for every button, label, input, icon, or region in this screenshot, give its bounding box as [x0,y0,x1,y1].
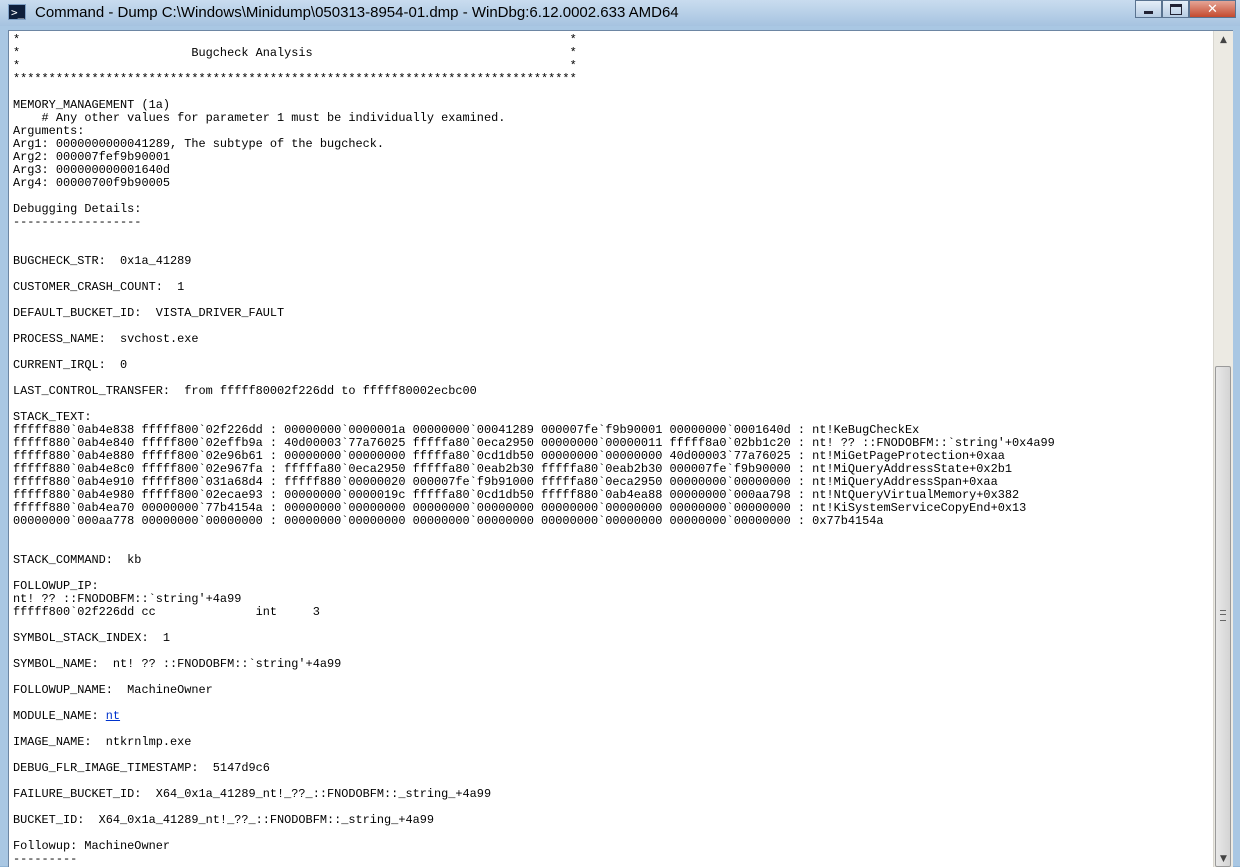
command-window-icon[interactable]: >_ [8,4,26,20]
analysis-text: * * * Bugcheck Analysis * * * **********… [13,33,1055,723]
minimize-icon [1144,11,1153,14]
window-title: Command - Dump C:\Windows\Minidump\05031… [35,4,679,21]
scroll-down-arrow-icon[interactable]: ▼ [1214,850,1233,867]
close-button[interactable]: ✕ [1189,0,1236,18]
command-output-pane[interactable]: * * * Bugcheck Analysis * * * **********… [8,30,1233,867]
scrollbar-grip-icon [1220,610,1226,621]
maximize-icon [1169,3,1182,15]
scrollbar-thumb[interactable] [1215,366,1231,867]
analysis-text-tail: IMAGE_NAME: ntkrnlmp.exe DEBUG_FLR_IMAGE… [13,735,492,866]
minimize-button[interactable] [1135,0,1162,18]
windbg-command-window: >_ Command - Dump C:\Windows\Minidump\05… [0,0,1240,867]
debugger-output-text[interactable]: * * * Bugcheck Analysis * * * **********… [13,34,1055,866]
title-bar[interactable]: >_ Command - Dump C:\Windows\Minidump\05… [0,0,1240,26]
vertical-scrollbar[interactable]: ▲ ▼ [1213,31,1233,867]
maximize-button[interactable] [1162,0,1189,18]
close-icon: ✕ [1207,1,1218,17]
caption-buttons: ✕ [1135,0,1236,18]
scroll-up-arrow-icon[interactable]: ▲ [1214,31,1233,48]
module-name-link[interactable]: nt [106,709,120,723]
